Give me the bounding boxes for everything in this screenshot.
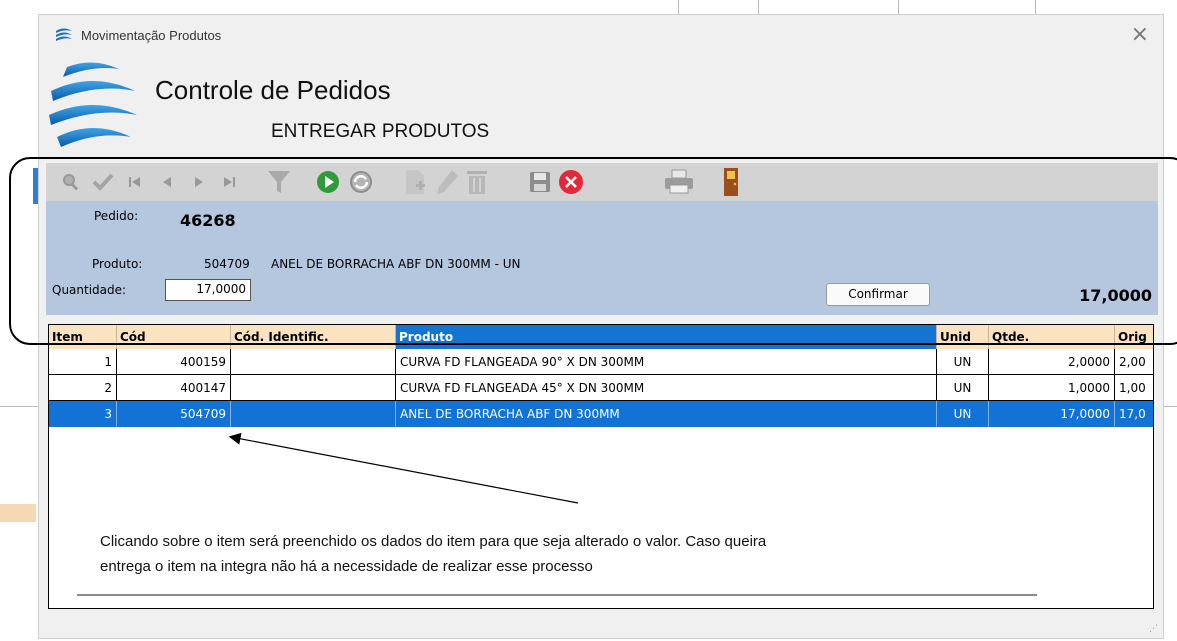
refresh-icon[interactable]	[346, 163, 376, 201]
cell-unid: UN	[937, 349, 989, 375]
produto-description: ANEL DE BORRACHA ABF DN 300MM - UN	[271, 257, 521, 271]
column-header-cod-identific[interactable]: Cód. Identific.	[231, 325, 396, 349]
confirm-button[interactable]: Confirmar	[826, 283, 930, 306]
table-row-selected[interactable]: 3 504709 ANEL DE BORRACHA ABF DN 300MM U…	[49, 401, 1153, 427]
delete-icon[interactable]	[462, 163, 492, 201]
background-gridline	[678, 0, 679, 14]
produto-label: Produto:	[92, 257, 143, 271]
annotation-line-1: Clicando sobre o item será preenchido os…	[100, 533, 767, 550]
cell-cod: 400159	[117, 349, 231, 375]
background-gridline	[758, 0, 759, 14]
annotation-line-2: entrega o item na integra não há a neces…	[100, 558, 593, 575]
cell-cod-identific	[231, 375, 396, 401]
print-icon[interactable]	[662, 163, 696, 201]
cell-item: 1	[49, 349, 117, 375]
order-form-panel: Pedido: 46268 Produto: 504709 ANEL DE BO…	[46, 201, 1158, 315]
column-header-produto[interactable]: Produto	[396, 325, 937, 349]
title-bar: Movimentação Produtos ×	[39, 15, 1163, 55]
pedido-value: 46268	[180, 211, 236, 230]
toolbar	[46, 163, 1158, 201]
last-record-icon[interactable]	[218, 163, 240, 201]
cell-cod: 400147	[117, 375, 231, 401]
column-header-orig[interactable]: Orig	[1115, 325, 1153, 349]
exit-door-icon[interactable]	[718, 163, 744, 201]
save-icon[interactable]	[526, 163, 554, 201]
quantidade-label: Quantidade:	[52, 283, 127, 297]
edit-icon[interactable]	[432, 163, 462, 201]
column-header-item[interactable]: Item	[49, 325, 117, 349]
cell-item: 3	[49, 401, 117, 427]
window-title: Movimentação Produtos	[81, 28, 222, 43]
resize-grip-icon[interactable]: ⋰	[1149, 624, 1158, 634]
page-subtitle: ENTREGAR PRODUTOS	[271, 121, 490, 142]
table-row[interactable]: 1 400159 CURVA FD FLANGEADA 90° X DN 300…	[49, 349, 1153, 375]
cell-qtde: 17,0000	[989, 401, 1115, 427]
cell-produto: ANEL DE BORRACHA ABF DN 300MM	[396, 401, 937, 427]
cell-cod-identific	[231, 349, 396, 375]
column-header-cod[interactable]: Cód	[117, 325, 231, 349]
column-header-qtde[interactable]: Qtde.	[989, 325, 1115, 349]
cancel-icon[interactable]	[556, 163, 586, 201]
cell-qtde: 2,0000	[989, 349, 1115, 375]
cell-cod-identific	[231, 401, 396, 427]
app-icon	[55, 27, 73, 46]
cell-cod: 504709	[117, 401, 231, 427]
annotation-text: Clicando sobre o item será preenchido os…	[100, 529, 1100, 579]
prev-record-icon[interactable]	[156, 163, 178, 201]
grid-header: Item Cód Cód. Identific. Produto Unid Qt…	[49, 325, 1153, 349]
play-icon[interactable]	[314, 163, 342, 201]
column-header-unid[interactable]: Unid	[937, 325, 989, 349]
cell-produto: CURVA FD FLANGEADA 90° X DN 300MM	[396, 349, 937, 375]
cell-item: 2	[49, 375, 117, 401]
background-gridline	[0, 406, 38, 407]
company-logo	[47, 57, 139, 156]
background-fragment	[0, 504, 36, 522]
check-icon[interactable]	[90, 163, 116, 201]
background-gridline	[1163, 406, 1177, 407]
horizontal-scrollbar[interactable]	[77, 594, 1037, 596]
first-record-icon[interactable]	[124, 163, 146, 201]
table-row[interactable]: 2 400147 CURVA FD FLANGEADA 45° X DN 300…	[49, 375, 1153, 401]
pedido-label: Pedido:	[94, 209, 139, 223]
produto-code: 504709	[204, 257, 250, 271]
quantidade-input[interactable]: 17,0000	[165, 279, 251, 301]
cell-orig: 2,00	[1115, 349, 1153, 375]
next-record-icon[interactable]	[188, 163, 210, 201]
total-quantity: 17,0000	[1079, 286, 1152, 305]
cell-unid: UN	[937, 401, 989, 427]
cell-produto: CURVA FD FLANGEADA 45° X DN 300MM	[396, 375, 937, 401]
cell-orig: 1,00	[1115, 375, 1153, 401]
cell-unid: UN	[937, 375, 989, 401]
background-gridline	[898, 0, 899, 14]
cell-orig: 17,0	[1115, 401, 1153, 427]
background-gridline	[1035, 0, 1036, 14]
filter-icon[interactable]	[264, 163, 294, 201]
search-icon[interactable]	[58, 163, 84, 201]
cell-qtde: 1,0000	[989, 375, 1115, 401]
close-icon[interactable]: ×	[1131, 22, 1149, 47]
page-title: Controle de Pedidos	[155, 75, 391, 105]
new-record-icon[interactable]	[400, 163, 430, 201]
